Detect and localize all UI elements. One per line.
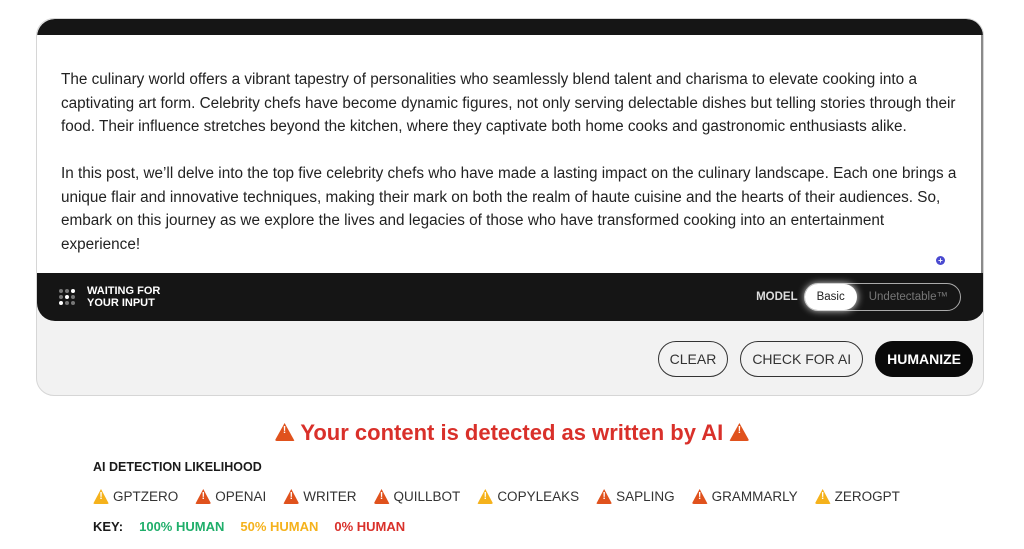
warning-icon (373, 489, 390, 504)
warning-icon (477, 489, 494, 504)
detector-copyleaks: COPYLEAKS (477, 489, 579, 504)
model-toggle[interactable]: Basic Undetectable™ (803, 283, 961, 311)
detector-name: GRAMMARLY (711, 489, 798, 504)
detector-name: GPTZERO (113, 489, 179, 504)
warning-icon (195, 489, 212, 504)
paragraph: The culinary world offers a vibrant tape… (61, 71, 956, 135)
detector-writer: WRITER (283, 489, 357, 504)
detector-grammarly: GRAMMARLY (691, 489, 798, 504)
detector-gptzero: GPTZERO (93, 489, 178, 504)
warning-icon (729, 423, 750, 441)
detector-zerogpt: ZEROGPT (814, 489, 900, 504)
check-for-ai-button[interactable]: CHECK FOR AI (740, 341, 864, 377)
detector-name: OPENAI (215, 489, 267, 504)
likelihood-title: AI DETECTION LIKELIHOOD (93, 460, 262, 474)
status-text: WAITING FOR YOUR INPUT (87, 285, 161, 309)
key-label: KEY: (93, 519, 124, 534)
key-0-human: 0% HUMAN (334, 519, 406, 534)
detector-name: COPYLEAKS (497, 489, 580, 504)
detector-openai: OPENAI (195, 489, 266, 504)
warning-icon (283, 489, 300, 504)
detector-quillbot: QUILLBOT (373, 489, 461, 504)
dots-grid-icon (59, 289, 75, 305)
humanize-button[interactable]: HUMANIZE (875, 341, 973, 377)
editor: The culinary world offers a vibrant tape… (37, 19, 983, 321)
detector-name: QUILLBOT (393, 489, 461, 504)
detector-name: ZEROGPT (834, 489, 900, 504)
key-100-human: 100% HUMAN (139, 519, 225, 534)
warning-icon (691, 489, 708, 504)
clear-button[interactable]: CLEAR (657, 341, 729, 377)
detector-list: GPTZERO OPENAI WRITER QUILLBOT COPYLEAKS… (93, 489, 900, 504)
model-option-undetectable[interactable]: Undetectable™ (857, 284, 960, 310)
warning-icon (596, 489, 613, 504)
action-bar: CLEAR CHECK FOR AI HUMANIZE (657, 341, 973, 377)
model-selector: MODEL Basic Undetectable™ (756, 283, 961, 311)
warning-icon (274, 423, 295, 441)
detector-name: WRITER (303, 489, 357, 504)
humanizer-card: The culinary world offers a vibrant tape… (36, 18, 984, 396)
legend-key: KEY: 100% HUMAN 50% HUMAN 0% HUMAN (93, 519, 405, 534)
detection-alert: Your content is detected as written by A… (0, 420, 1024, 446)
model-label: MODEL (756, 291, 798, 303)
key-50-human: 50% HUMAN (240, 519, 319, 534)
warning-icon (814, 489, 831, 504)
warning-icon (93, 489, 109, 504)
model-option-basic[interactable]: Basic (804, 284, 857, 310)
detector-name: SAPLING (616, 489, 675, 504)
paragraph: In this post, we’ll delve into the top f… (61, 165, 957, 253)
text-input[interactable]: The culinary world offers a vibrant tape… (37, 35, 983, 273)
alert-text: Your content is detected as written by A… (300, 420, 724, 445)
detector-sapling: SAPLING (596, 489, 675, 504)
status-indicator: WAITING FOR YOUR INPUT (59, 285, 169, 309)
scrollbar[interactable] (981, 35, 983, 273)
add-icon[interactable]: + (936, 256, 945, 265)
